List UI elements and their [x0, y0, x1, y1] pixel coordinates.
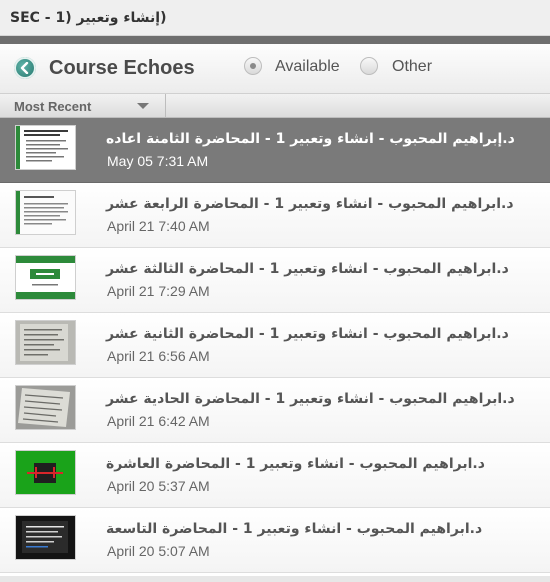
lecture-thumbnail[interactable] [15, 515, 76, 560]
sort-dropdown-label[interactable]: Most Recent [14, 99, 91, 114]
lecture-thumbnail[interactable] [15, 320, 76, 365]
lecture-thumbnail[interactable] [15, 450, 76, 495]
window-title-bar: SEC - 1) إنشاء وتعبير) [0, 0, 550, 36]
window-title: SEC - 1) إنشاء وتعبير) [10, 10, 167, 26]
echo-date: April 21 6:42 AM [107, 413, 210, 429]
filter-available-radio[interactable] [244, 57, 262, 75]
echo-list-item[interactable]: د.إبراهيم المحبوب - انشاء وتعبير 1 - الم… [0, 118, 550, 183]
filter-other-radio[interactable] [360, 57, 378, 75]
chevron-down-icon[interactable] [137, 103, 149, 109]
header-divider [0, 36, 550, 44]
list-bottom-edge [0, 576, 550, 582]
echo-date: April 21 7:40 AM [107, 218, 210, 234]
echo-list-item[interactable]: د.ابراهيم المحبوب - انشاء وتعبير 1 - الم… [0, 248, 550, 313]
echo-title[interactable]: د.ابراهيم المحبوب - انشاء وتعبير 1 - الم… [106, 326, 509, 342]
app-title: Course Echoes [49, 57, 195, 79]
echo-list-item[interactable]: د.ابراهيم المحبوب - انشاء وتعبير 1 - الم… [0, 443, 550, 508]
course-echoes-header: Course Echoes Available Other [0, 44, 550, 94]
echo-title[interactable]: د.ابراهيم المحبوب - انشاء وتعبير 1 - الم… [106, 261, 509, 277]
echo-date: May 05 7:31 AM [107, 153, 209, 169]
sort-bar: Most Recent [0, 94, 550, 118]
sort-divider [165, 94, 166, 117]
echo-date: April 20 5:37 AM [107, 478, 210, 494]
lecture-thumbnail[interactable] [15, 190, 76, 235]
echo-list-item[interactable]: د.ابراهيم المحبوب - انشاء وتعبير 1 - الم… [0, 183, 550, 248]
echo-title[interactable]: د.ابراهيم المحبوب - انشاء وتعبير 1 - الم… [106, 456, 486, 472]
filter-other-label[interactable]: Other [392, 58, 432, 76]
echo-list-item[interactable]: د.ابراهيم المحبوب - انشاء وتعبير 1 - الم… [0, 508, 550, 573]
echo-logo-icon [14, 57, 36, 79]
echo-list-item[interactable]: د.ابراهيم المحبوب - انشاء وتعبير 1 - الم… [0, 378, 550, 443]
lecture-thumbnail[interactable] [15, 385, 76, 430]
echo-date: April 20 5:07 AM [107, 543, 210, 559]
echo-title[interactable]: د.ابراهيم المحبوب - انشاء وتعبير 1 - الم… [106, 521, 486, 537]
echo-title[interactable]: د.إبراهيم المحبوب - انشاء وتعبير 1 - الم… [106, 131, 515, 147]
filter-available-label[interactable]: Available [275, 58, 340, 76]
lecture-thumbnail[interactable] [15, 125, 76, 170]
echo-date: April 21 7:29 AM [107, 283, 210, 299]
echo-date: April 21 6:56 AM [107, 348, 210, 364]
echo-title[interactable]: د.ابراهيم المحبوب - انشاء وتعبير 1 - الم… [106, 391, 515, 407]
echo-list-item[interactable]: د.ابراهيم المحبوب - انشاء وتعبير 1 - الم… [0, 313, 550, 378]
echo-title[interactable]: د.ابراهيم المحبوب - انشاء وتعبير 1 - الم… [106, 196, 514, 212]
lecture-thumbnail[interactable] [15, 255, 76, 300]
